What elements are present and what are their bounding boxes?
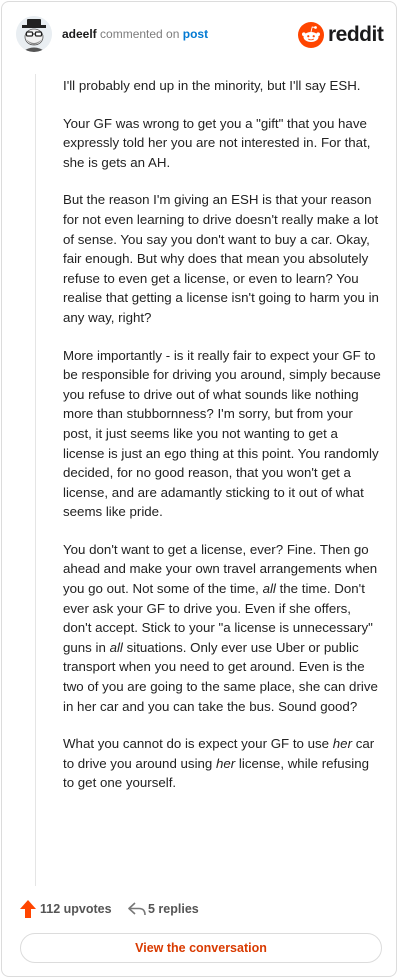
emphasis-text: her — [216, 755, 236, 771]
avatar-icon — [16, 16, 52, 52]
upvote-count: 112 upvotes — [40, 902, 112, 916]
comment-paragraph: I'll probably end up in the minority, bu… — [63, 78, 361, 93]
brand-wordmark: reddit — [328, 23, 384, 46]
comment-card: adeelf commented on post reddit I'll pro… — [1, 1, 397, 977]
comment-header: adeelf commented on post reddit — [16, 16, 384, 56]
comment-footer: 112 upvotes 5 replies — [20, 898, 378, 922]
username[interactable]: adeelf — [62, 27, 97, 41]
comment-paragraph: What you cannot do is expect your GF to … — [63, 734, 381, 793]
text-span: What you cannot do is expect your GF to … — [63, 736, 333, 752]
comment-meta: adeelf commented on post — [62, 27, 208, 41]
emphasis-text: all — [262, 581, 276, 597]
post-link[interactable]: post — [183, 27, 208, 41]
emphasis-text: all — [109, 639, 123, 655]
comment-paragraph: But the reason I'm giving an ESH is that… — [63, 192, 379, 325]
thread-line — [35, 74, 36, 886]
emphasis-text: her — [332, 736, 352, 752]
upvote-arrow-icon[interactable] — [20, 900, 36, 918]
comment-paragraph: More importantly - is it really fair to … — [63, 347, 381, 520]
reddit-logo[interactable]: reddit — [298, 22, 384, 48]
user-avatar[interactable] — [16, 16, 52, 52]
reply-icon[interactable] — [128, 901, 146, 917]
comment-paragraph: Your GF was wrong to get you a "gift" th… — [63, 115, 371, 170]
reddit-snoo-icon — [298, 22, 324, 48]
comment-body: I'll probably end up in the minority, bu… — [63, 76, 381, 811]
action-text: commented on — [100, 27, 180, 41]
comment-paragraph: You don't want to get a license, ever? F… — [63, 540, 381, 716]
view-conversation-button[interactable]: View the conversation — [20, 933, 382, 963]
reply-count[interactable]: 5 replies — [148, 902, 199, 916]
